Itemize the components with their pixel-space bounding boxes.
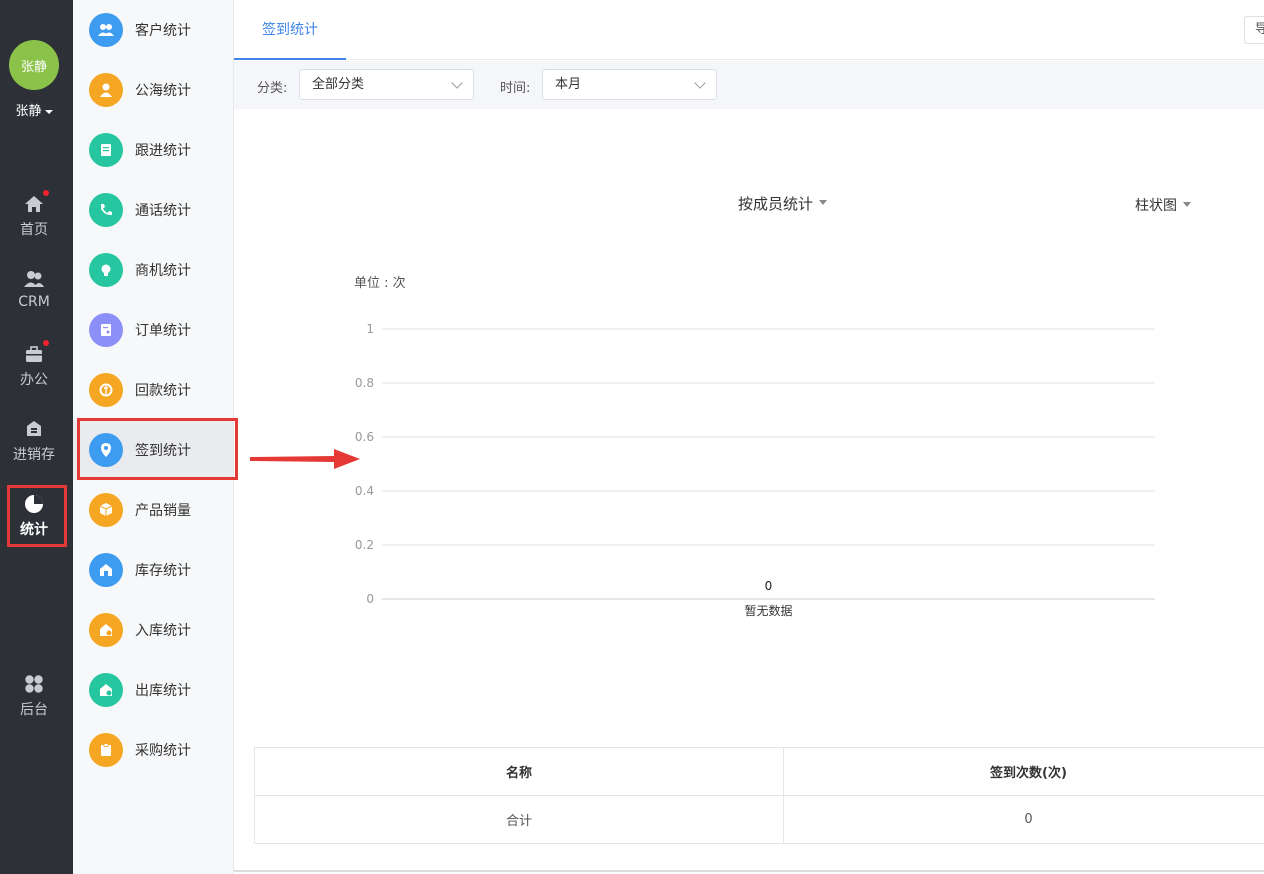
order-icon xyxy=(89,313,123,347)
table-header-row: 名称 签到次数(次) xyxy=(254,747,1264,796)
data-label: 0 xyxy=(765,579,773,593)
highlight-box xyxy=(7,485,67,547)
submenu-item-outbound[interactable]: 出库统计 xyxy=(73,660,233,720)
warehouse-icon xyxy=(89,553,123,587)
submenu-label: 入库统计 xyxy=(135,623,191,639)
avatar[interactable]: 张静 xyxy=(9,40,59,90)
y-tick-label: 1 xyxy=(366,322,374,336)
y-tick-label: 0 xyxy=(366,592,374,606)
submenu-label: 库存统计 xyxy=(135,563,191,579)
table-cell: 合计 xyxy=(254,795,784,844)
nav-label: 首页 xyxy=(20,222,48,238)
grid-icon xyxy=(23,673,45,695)
briefcase-icon xyxy=(23,340,49,365)
user-menu[interactable]: 张静 xyxy=(0,100,68,119)
nav-item-inventory[interactable]: 进销存 xyxy=(0,418,68,464)
chart-unit-label: 单位 : 次 xyxy=(354,276,406,291)
submenu-item-opportunity[interactable]: 商机统计 xyxy=(73,240,233,300)
tab-checkin-stats[interactable]: 签到统计 xyxy=(234,0,346,60)
box-icon xyxy=(89,493,123,527)
tab-bar: 签到统计 导 xyxy=(234,0,1264,60)
table-header-name: 名称 xyxy=(254,747,784,796)
notification-dot xyxy=(43,190,49,196)
highlight-box xyxy=(77,418,238,480)
submenu-item-purchase[interactable]: 采购统计 xyxy=(73,720,233,780)
submenu-label: 回款统计 xyxy=(135,383,191,399)
submenu-label: 产品销量 xyxy=(135,503,191,519)
submenu-label: 出库统计 xyxy=(135,683,191,699)
time-value: 本月 xyxy=(555,77,582,92)
payment-icon xyxy=(89,373,123,407)
notification-dot xyxy=(43,340,49,346)
submenu-label: 通话统计 xyxy=(135,203,191,219)
submenu-item-followup[interactable]: 跟进统计 xyxy=(73,120,233,180)
export-button[interactable]: 导 xyxy=(1244,16,1264,44)
person-icon xyxy=(89,73,123,107)
nav-label: 办公 xyxy=(20,372,48,388)
category-label: 分类: xyxy=(257,81,288,96)
stats-table: 名称 签到次数(次) 合计 0 xyxy=(254,747,1264,844)
table-header-count: 签到次数(次) xyxy=(783,747,1264,796)
submenu-item-stock[interactable]: 库存统计 xyxy=(73,540,233,600)
nav-item-admin[interactable]: 后台 xyxy=(0,673,68,719)
submenu-item-orders[interactable]: 订单统计 xyxy=(73,300,233,360)
user-name: 张静 xyxy=(15,104,42,119)
table-cell: 0 xyxy=(783,795,1264,844)
time-select[interactable]: 本月 xyxy=(542,69,717,100)
lightbulb-icon xyxy=(89,253,123,287)
y-tick-label: 0.4 xyxy=(355,484,374,498)
inbound-icon xyxy=(89,613,123,647)
submenu-label: 采购统计 xyxy=(135,743,191,759)
y-tick-label: 0.2 xyxy=(355,538,374,552)
x-tick-label: 暂无数据 xyxy=(744,603,792,618)
home-icon xyxy=(23,190,49,215)
note-icon xyxy=(89,133,123,167)
nav-label: 进销存 xyxy=(13,447,55,463)
group-by-dropdown[interactable]: 按成员统计 xyxy=(738,193,828,214)
chart-type-label: 柱状图 xyxy=(1135,198,1177,214)
chevron-down-icon xyxy=(694,77,706,89)
submenu-item-inbound[interactable]: 入库统计 xyxy=(73,600,233,660)
submenu-item-product-sales[interactable]: 产品销量 xyxy=(73,480,233,540)
nav-item-office[interactable]: 办公 xyxy=(0,340,68,389)
outbound-icon xyxy=(89,673,123,707)
time-label: 时间: xyxy=(500,81,531,96)
submenu-item-calls[interactable]: 通话统计 xyxy=(73,180,233,240)
table-row: 合计 0 xyxy=(254,795,1264,844)
chevron-down-icon xyxy=(451,77,463,89)
y-tick-label: 0.6 xyxy=(355,430,374,444)
caret-down-icon xyxy=(819,200,828,205)
submenu-item-public-pool[interactable]: 公海统计 xyxy=(73,60,233,120)
submenu-item-payment[interactable]: 回款统计 xyxy=(73,360,233,420)
nav-item-crm[interactable]: CRM xyxy=(0,268,68,310)
users-icon xyxy=(23,268,45,290)
scrollbar-track xyxy=(234,870,1264,872)
category-value: 全部分类 xyxy=(312,77,365,92)
phone-icon xyxy=(89,193,123,227)
submenu-label: 订单统计 xyxy=(135,323,191,339)
warehouse-icon xyxy=(23,418,45,440)
nav-label: CRM xyxy=(18,294,50,310)
submenu-label: 跟进统计 xyxy=(135,143,191,159)
group-by-label: 按成员统计 xyxy=(738,195,814,213)
customer-icon xyxy=(89,13,123,47)
submenu-label: 公海统计 xyxy=(135,83,191,99)
submenu-label: 客户统计 xyxy=(135,23,191,39)
chart-type-dropdown[interactable]: 柱状图 xyxy=(1135,195,1191,215)
category-select[interactable]: 全部分类 xyxy=(299,69,474,100)
nav-item-home[interactable]: 首页 xyxy=(0,190,68,239)
main-nav: 张静 张静 首页 CRM 办公 进销存 统计 后台 xyxy=(0,0,73,874)
clipboard-icon xyxy=(89,733,123,767)
y-tick-label: 0.8 xyxy=(355,376,374,390)
submenu-item-customer[interactable]: 客户统计 xyxy=(73,0,233,60)
nav-label: 后台 xyxy=(20,702,48,718)
caret-down-icon xyxy=(1183,201,1191,207)
filter-bar: 分类: 全部分类 时间: 本月 xyxy=(234,61,1264,109)
submenu-label: 商机统计 xyxy=(135,263,191,279)
caret-down-icon xyxy=(44,109,53,114)
bar-chart: 1 0.8 0.6 0.4 0.2 0 0 暂无数据 xyxy=(355,322,1155,618)
